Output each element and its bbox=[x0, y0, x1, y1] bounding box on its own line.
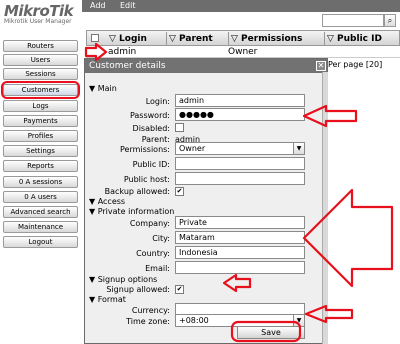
annotation-overlay bbox=[84, 42, 394, 343]
arrow-row-annotation bbox=[84, 42, 108, 62]
save-highlight bbox=[230, 320, 302, 343]
arrow-signup-annotation bbox=[222, 273, 252, 293]
arrow-private-info-annotation bbox=[302, 188, 394, 288]
arrow-password-annotation bbox=[302, 104, 358, 128]
arrow-timezone-annotation bbox=[304, 304, 354, 324]
